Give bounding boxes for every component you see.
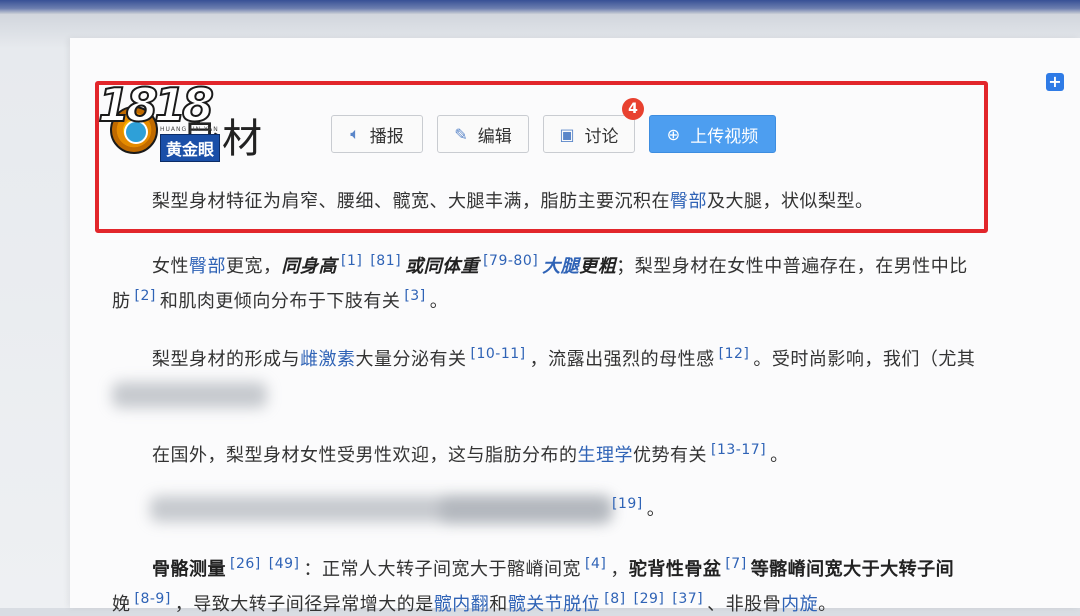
link-estrogen[interactable]: 雌激素 bbox=[300, 349, 356, 370]
bold-text: 更粗 bbox=[579, 256, 617, 277]
blurred-text bbox=[112, 382, 267, 408]
link-buttocks-2[interactable]: 臀部 bbox=[189, 256, 226, 277]
text: ，导致大转子间径异常增大的是 bbox=[174, 594, 434, 615]
tv-station-logo: 1818 HUANG JIN YAN 黄金眼 bbox=[97, 77, 248, 170]
text: 大量分泌有关 bbox=[355, 349, 467, 370]
citation[interactable]: [29] bbox=[634, 591, 665, 607]
bold-text: 驼背性骨盆 bbox=[628, 559, 722, 580]
link-physiology[interactable]: 生理学 bbox=[578, 445, 634, 466]
citation[interactable]: [81] bbox=[370, 253, 401, 269]
text: 。受时尚影响，我们（尤其 bbox=[753, 349, 976, 370]
citation[interactable]: [4] bbox=[585, 556, 606, 572]
bold-text: 骨骼测量 bbox=[152, 559, 226, 580]
text: 娩 bbox=[112, 594, 131, 615]
link-coxa-vara[interactable]: 髋内翻 bbox=[434, 594, 490, 615]
text: 和肌肉更倾向分布于下肢有关 bbox=[159, 291, 401, 312]
text: ， bbox=[610, 559, 629, 580]
add-icon[interactable]: + bbox=[1046, 73, 1064, 91]
paragraph-2: 梨型身材的形成与雌激素大量分泌有关 [10-11] ，流露出强烈的母性感 [12] 。受… bbox=[152, 345, 975, 371]
citation[interactable]: [8-9] bbox=[135, 591, 171, 607]
browser-top-edge bbox=[0, 0, 1080, 14]
citation[interactable]: [12] bbox=[719, 346, 750, 362]
text: 。 bbox=[429, 291, 449, 312]
link-internal-rotation[interactable]: 内旋 bbox=[781, 594, 818, 615]
link-thigh[interactable]: 大腿 bbox=[542, 256, 579, 277]
logo-badge: 黄金眼 bbox=[160, 134, 221, 162]
text: ，流露出强烈的母性感 bbox=[529, 349, 715, 370]
text: 。 bbox=[646, 499, 666, 520]
text: 。 bbox=[818, 594, 837, 615]
citation[interactable]: [2] bbox=[135, 288, 156, 304]
citation[interactable]: [7] bbox=[725, 556, 746, 572]
text: 和 bbox=[489, 594, 508, 615]
citation[interactable]: [3] bbox=[404, 288, 425, 304]
text: 梨型身材的形成与 bbox=[152, 349, 300, 370]
text: ；梨型身材在女性中普遍存在，在男性中比 bbox=[616, 256, 968, 277]
citation[interactable]: [19] bbox=[612, 496, 643, 512]
text: 肪 bbox=[112, 291, 131, 312]
citation[interactable]: [37] bbox=[672, 591, 703, 607]
text: 、非股骨 bbox=[707, 594, 782, 615]
paragraph-1-line-1: 女性臀部更宽，同身高 [1] [81] 或同体重 [79-80] 大腿更粗；梨型身材在女性… bbox=[152, 252, 968, 278]
text: 女性 bbox=[152, 256, 189, 277]
paragraph-4-tail: [19]。 bbox=[612, 495, 665, 521]
citation[interactable]: [26] bbox=[230, 556, 261, 572]
blurred-text bbox=[440, 497, 610, 523]
citation[interactable]: [49] bbox=[269, 556, 300, 572]
bold-text: 等髂嵴间宽大于大转子间 bbox=[750, 559, 955, 580]
link-hip-dislocation[interactable]: 髋关节脱位 bbox=[508, 594, 601, 615]
citation[interactable]: [1] bbox=[341, 253, 362, 269]
citation[interactable]: [10-11] bbox=[471, 346, 526, 362]
citation[interactable]: [79-80] bbox=[483, 253, 538, 269]
text: 。 bbox=[770, 445, 789, 466]
paragraph-1-line-2: 肪 [2] 和肌肉更倾向分布于下肢有关 [3]。 bbox=[112, 287, 448, 313]
text: 更宽， bbox=[226, 256, 282, 277]
paragraph-5-line-1: 骨骼测量 [26] [49] ：正常人大转子间宽大于髂嵴间宽 [4] ，驼背性骨盆 [7] 等… bbox=[152, 555, 954, 581]
bold-text: 同身高 bbox=[281, 256, 337, 277]
bold-text: 或同体重 bbox=[405, 256, 480, 277]
logo-pinyin: HUANG JIN YAN bbox=[160, 126, 219, 133]
paragraph-5-line-2: 娩 [8-9] ，导致大转子间径异常增大的是髋内翻和髋关节脱位 [8] [29] [37]… bbox=[112, 590, 837, 616]
logo-number: 1818 bbox=[97, 77, 215, 133]
text: 在国外，梨型身材女性受男性欢迎，这与脂肪分布的 bbox=[152, 445, 578, 466]
paragraph-3: 在国外，梨型身材女性受男性欢迎，这与脂肪分布的生理学优势有关 [13-17]。 bbox=[152, 441, 789, 467]
citation[interactable]: [8] bbox=[604, 591, 625, 607]
citation[interactable]: [13-17] bbox=[711, 442, 766, 458]
text: ：正常人大转子间宽大于髂嵴间宽 bbox=[303, 559, 581, 580]
text: 优势有关 bbox=[633, 445, 707, 466]
